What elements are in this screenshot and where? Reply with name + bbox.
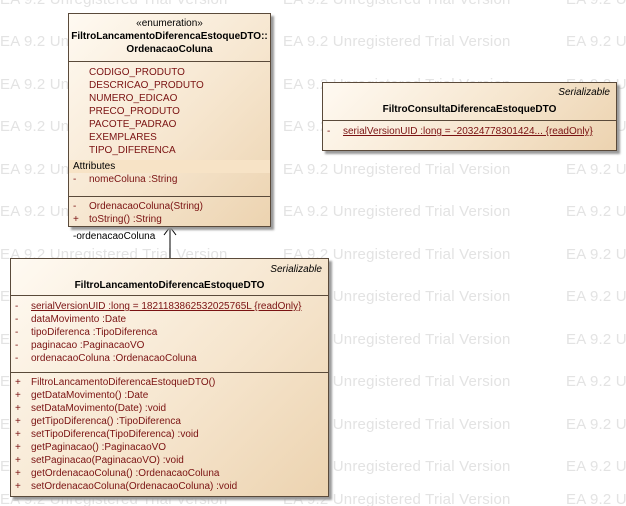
main-class-box[interactable]: Serializable FiltroLancamentoDiferencaEs… — [10, 258, 329, 497]
enum-attributes-title: Attributes — [69, 160, 270, 173]
main-operation-row: + getPaginacao() :PaginacaoVO — [15, 442, 167, 453]
main-attribute-row: - serialVersionUID :long = 1821183862532… — [15, 301, 302, 312]
consulta-attribute-row: - serialVersionUID :long = -203247783014… — [327, 126, 593, 137]
main-attribute-row: - paginacao :PaginacaoVO — [15, 340, 145, 351]
consulta-stereotype: Serializable — [558, 87, 610, 98]
consulta-class-box[interactable]: Serializable FiltroConsultaDiferencaEsto… — [322, 82, 617, 151]
enum-operation-row: + toString() :String — [73, 214, 162, 225]
main-operation-row: + setDataMovimento(Date) :void — [15, 403, 167, 414]
main-operation-row: + getOrdenacaoColuna() :OrdenacaoColuna — [15, 468, 220, 479]
main-operation-row: + FiltroLancamentoDiferencaEstoqueDTO() — [15, 377, 216, 388]
enum-name-line1: FiltroLancamentoDiferencaEstoqueDTO:: — [71, 31, 268, 42]
main-operations-section: + FiltroLancamentoDiferencaEstoqueDTO() +… — [11, 372, 328, 493]
enum-literal: TIPO_DIFERENCA — [89, 145, 176, 156]
enum-literal: EXEMPLARES — [89, 132, 157, 143]
enum-operations-section: - OrdenacaoColuna(String) + toString() :… — [69, 196, 270, 226]
association-role-label: -ordenacaoColuna — [73, 231, 156, 242]
consulta-attributes-section: - serialVersionUID :long = -203247783014… — [323, 120, 616, 138]
enum-attribute-row: - nomeColuna :String — [73, 174, 178, 185]
consulta-header: Serializable FiltroConsultaDiferencaEsto… — [323, 83, 616, 120]
enum-header: «enumeration» FiltroLancamentoDiferencaE… — [69, 14, 270, 61]
enum-literal: CODIGO_PRODUTO — [89, 67, 185, 78]
enum-literal: DESCRICAO_PRODUTO — [89, 80, 204, 91]
main-stereotype: Serializable — [270, 264, 322, 275]
main-name: FiltroLancamentoDiferencaEstoqueDTO — [74, 280, 265, 291]
enum-literal: PACOTE_PADRAO — [89, 119, 177, 130]
main-attribute-row: - tipoDiferenca :TipoDiferenca — [15, 327, 158, 338]
enum-literals-section: CODIGO_PRODUTO DESCRICAO_PRODUTO NUMERO_… — [69, 61, 270, 186]
main-operation-row: + setTipoDiferenca(TipoDiferenca) :void — [15, 429, 199, 440]
enum-name-line2: OrdenacaoColuna — [126, 44, 213, 55]
enum-literal: NUMERO_EDICAO — [89, 93, 178, 104]
main-operation-row: + getDataMovimento() :Date — [15, 390, 149, 401]
main-operation-row: + setOrdenacaoColuna(OrdenacaoColuna) :vo… — [15, 481, 238, 492]
main-header: Serializable FiltroLancamentoDiferencaEs… — [11, 259, 328, 295]
enum-stereotype: «enumeration» — [136, 18, 203, 29]
main-attributes-section: - serialVersionUID :long = 1821183862532… — [11, 295, 328, 372]
enum-operation-row: - OrdenacaoColuna(String) — [73, 201, 203, 212]
enum-class-box[interactable]: «enumeration» FiltroLancamentoDiferencaE… — [68, 13, 271, 227]
main-attribute-row: - dataMovimento :Date — [15, 314, 127, 325]
main-attribute-row: - ordenacaoColuna :OrdenacaoColuna — [15, 353, 197, 364]
consulta-name: FiltroConsultaDiferencaEstoqueDTO — [382, 104, 557, 115]
enum-literal: PRECO_PRODUTO — [89, 106, 180, 117]
main-operation-row: + setPaginacao(PaginacaoVO) :void — [15, 455, 184, 466]
main-operation-row: + getTipoDiferenca() :TipoDiferenca — [15, 416, 181, 427]
